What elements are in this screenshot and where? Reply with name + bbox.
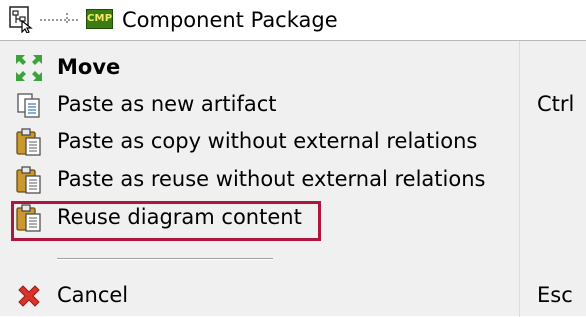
menu-item-move[interactable]: Move [0,49,586,85]
paste-new-icon [17,93,40,118]
cancel-icon [18,285,40,307]
tree-connector-tick [66,13,70,23]
menu-item-label: Paste as new artifact [57,92,277,116]
tree-node-component-package[interactable]: Component Package [122,6,338,34]
menu-item-label: Cancel [57,283,129,307]
diagram-root-icon[interactable] [8,5,34,33]
menu-item-paste-as-new-artifact[interactable]: Paste as new artifact Ctrl [0,86,586,122]
menu-item-shortcut: Esc [537,283,573,307]
clipboard-icon [16,128,41,156]
menu-item-shortcut: Ctrl [537,92,575,116]
menu-item-paste-as-reuse[interactable]: Paste as reuse without external relation… [0,161,586,197]
menu-item-label: Reuse diagram content [57,205,302,229]
menu-item-label: Paste as copy without external relations [57,129,478,153]
move-icon [16,55,42,81]
component-package-icon: CMP [86,9,113,29]
menu-item-paste-as-copy[interactable]: Paste as copy without external relations [0,123,586,159]
clipboard-icon [16,166,41,194]
context-menu: Move Paste as new artifact Ctrl Paste as… [0,40,586,317]
menu-separator [57,258,273,260]
menu-item-reuse-diagram-content[interactable]: Reuse diagram content [0,199,586,235]
menu-item-label: Move [57,55,121,79]
clipboard-icon [16,204,41,232]
menu-item-cancel[interactable]: Cancel Esc [0,277,586,313]
menu-item-label: Paste as reuse without external relation… [57,167,486,191]
tree-connector [40,19,78,23]
tree-view: CMP Component Package [0,0,586,40]
